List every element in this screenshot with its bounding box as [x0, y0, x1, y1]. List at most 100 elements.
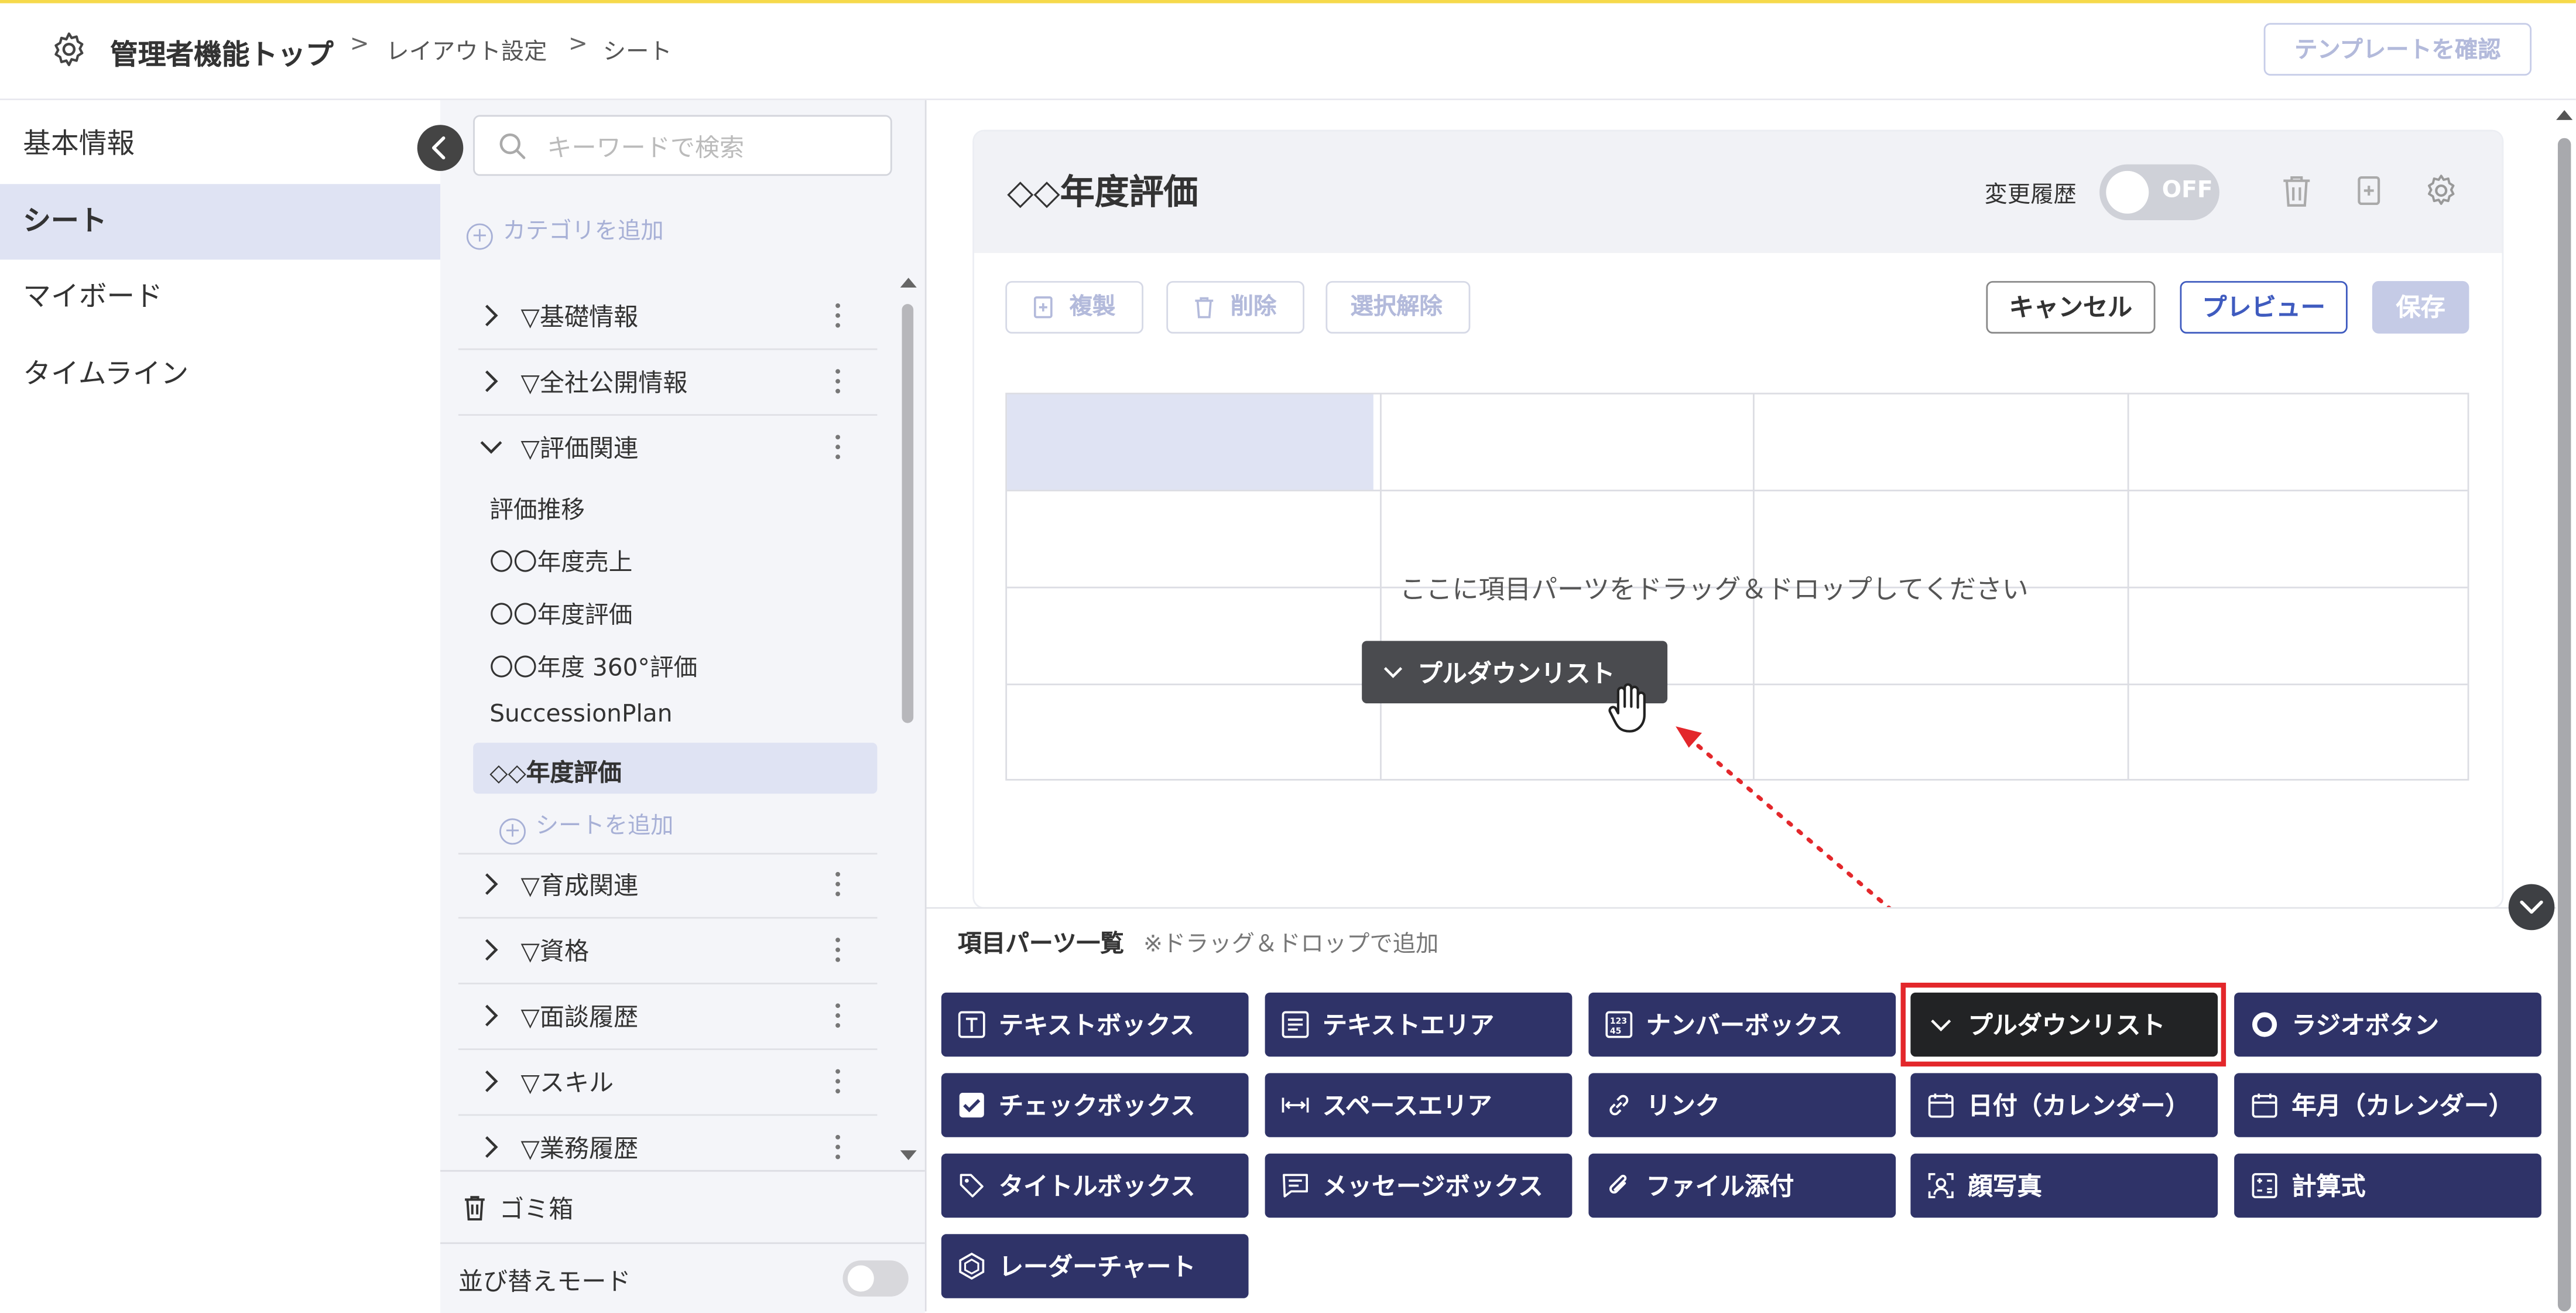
chevron-right-icon[interactable] — [478, 936, 505, 963]
category-row[interactable]: ▽全社公開情報 — [458, 348, 878, 416]
kebab-menu-icon[interactable] — [834, 368, 841, 395]
tag-icon — [960, 1174, 984, 1198]
scroll-up-icon[interactable] — [899, 275, 919, 291]
kebab-menu-icon[interactable] — [834, 936, 841, 963]
part-textarea[interactable]: テキストエリア — [1265, 992, 1573, 1057]
category-scrollbar[interactable] — [902, 304, 914, 723]
category-row[interactable]: ▽スキル — [458, 1048, 878, 1116]
keyword-search-input[interactable]: キーワードで検索 — [473, 115, 892, 176]
part-link[interactable]: リンク — [1588, 1073, 1896, 1137]
part-space-area[interactable]: スペースエリア — [1265, 1073, 1573, 1137]
delete-label: 削除 — [1230, 294, 1277, 321]
category-row[interactable]: ▽資格 — [458, 917, 878, 984]
part-portrait-photo[interactable]: 顔写真 — [1910, 1153, 2218, 1218]
part-textbox[interactable]: テキストボックス — [941, 992, 1249, 1057]
kebab-menu-icon[interactable] — [834, 302, 841, 329]
part-month-calendar[interactable]: 年月（カレンダー） — [2234, 1073, 2541, 1137]
scroll-up-icon[interactable] — [2554, 107, 2574, 123]
chevron-right-icon[interactable] — [478, 1068, 505, 1095]
change-history-label: 変更履歴 — [1984, 182, 2077, 209]
chevron-right-icon[interactable] — [478, 1003, 505, 1029]
chevron-right-icon[interactable] — [478, 871, 505, 897]
part-label: ラジオボタン — [2291, 1010, 2440, 1041]
kebab-menu-icon[interactable] — [834, 1068, 841, 1095]
breadcrumb-sheet: シート — [602, 39, 672, 66]
kebab-menu-icon[interactable] — [834, 871, 841, 897]
sheet-item[interactable]: 評価推移 — [489, 491, 585, 526]
part-file-attachment[interactable]: ファイル添付 — [1588, 1153, 1896, 1218]
add-category-button[interactable]: + カテゴリを追加 — [466, 214, 664, 250]
sheet-item[interactable]: 〇〇年度 360°評価 — [489, 649, 697, 683]
nav-item-timeline[interactable]: タイムライン — [0, 337, 440, 412]
nav-item-sheet[interactable]: シート — [0, 184, 441, 260]
category-row-expanded[interactable]: ▽評価関連 — [458, 414, 878, 480]
part-radar-chart[interactable]: レーダーチャート — [941, 1234, 1249, 1298]
category-row[interactable]: ▽基礎情報 — [458, 283, 878, 350]
category-row[interactable]: ▽業務履歴 — [458, 1114, 878, 1167]
gear-icon[interactable] — [49, 30, 88, 69]
trash-label: ゴミ箱 — [499, 1194, 574, 1225]
trash-icon[interactable] — [2277, 171, 2316, 210]
category-label: ▽全社公開情報 — [520, 368, 688, 398]
part-radio-button[interactable]: ラジオボタン — [2234, 992, 2541, 1057]
part-label: テキストエリア — [1322, 1010, 1495, 1041]
chevron-down-icon[interactable] — [478, 434, 505, 460]
part-label: リンク — [1646, 1091, 1720, 1121]
part-message-box[interactable]: メッセージボックス — [1265, 1153, 1573, 1218]
chevron-down-icon — [2520, 900, 2543, 914]
paperclip-icon — [1609, 1175, 1627, 1194]
sheet-item[interactable]: 〇〇年度評価 — [489, 597, 632, 631]
duplicate-icon — [1033, 296, 1053, 319]
part-numberbox[interactable]: 123 45 ナンバーボックス — [1588, 992, 1896, 1057]
toggle-parts-panel-button[interactable] — [2508, 884, 2555, 931]
deselect-label: 選択解除 — [1350, 294, 1443, 321]
breadcrumb-separator: > — [568, 31, 588, 58]
category-label: ▽資格 — [520, 936, 590, 966]
part-formula[interactable]: 計算式 — [2234, 1153, 2541, 1218]
message-icon — [1283, 1174, 1308, 1198]
part-title-box[interactable]: タイトルボックス — [941, 1153, 1249, 1218]
scroll-down-icon[interactable] — [899, 1147, 919, 1164]
part-checkbox[interactable]: チェックボックス — [941, 1073, 1249, 1137]
duplicate-button[interactable]: 複製 — [1005, 281, 1143, 334]
sort-mode-toggle[interactable] — [842, 1260, 909, 1297]
change-history-toggle[interactable]: OFF — [2099, 164, 2219, 221]
category-label: ▽スキル — [520, 1068, 614, 1098]
chevron-down-icon — [1383, 667, 1403, 678]
kebab-menu-icon[interactable] — [834, 434, 841, 460]
trash-row[interactable]: ゴミ箱 — [440, 1170, 925, 1244]
space-icon — [1282, 1097, 1309, 1113]
part-date-calendar[interactable]: 日付（カレンダー） — [1910, 1073, 2218, 1137]
main-scrollbar[interactable] — [2557, 138, 2571, 1312]
grid-line — [1007, 683, 2468, 686]
deselect-button[interactable]: 選択解除 — [1325, 281, 1471, 334]
kebab-menu-icon[interactable] — [834, 1003, 841, 1029]
check-template-button[interactable]: テンプレートを確認 — [2263, 23, 2532, 76]
admin-top-link[interactable]: 管理者機能トップ — [110, 31, 334, 72]
save-button[interactable]: 保存 — [2372, 281, 2469, 334]
nav-item-basic-info[interactable]: 基本情報 — [0, 107, 440, 182]
copy-icon[interactable] — [2349, 171, 2389, 210]
category-row[interactable]: ▽面談履歴 — [458, 983, 878, 1051]
preview-button[interactable]: プレビュー — [2180, 281, 2348, 334]
sheet-item[interactable]: 〇〇年度売上 — [489, 544, 632, 579]
add-sheet-button[interactable]: + シートを追加 — [499, 809, 673, 845]
kebab-menu-icon[interactable] — [834, 1134, 841, 1160]
number-icon: 12345 — [1605, 1011, 1633, 1038]
breadcrumb-layout-settings[interactable]: レイアウト設定 — [386, 35, 547, 67]
chevron-right-icon[interactable] — [478, 1134, 505, 1160]
settings-icon[interactable] — [2421, 171, 2461, 210]
category-label: ▽業務履歴 — [520, 1134, 639, 1164]
category-row[interactable]: ▽育成関連 — [458, 852, 878, 919]
cancel-button[interactable]: キャンセル — [1986, 281, 2156, 334]
nav-item-myboard[interactable]: マイボード — [0, 259, 440, 335]
category-label: ▽基礎情報 — [520, 302, 639, 332]
part-label: スペースエリア — [1322, 1091, 1492, 1121]
chevron-right-icon[interactable] — [478, 368, 505, 395]
chevron-right-icon[interactable] — [478, 302, 505, 329]
sheet-item[interactable]: SuccessionPlan — [489, 702, 672, 728]
collapse-panel-button[interactable] — [417, 125, 464, 171]
part-label: メッセージボックス — [1322, 1171, 1543, 1202]
delete-button[interactable]: 削除 — [1166, 281, 1304, 334]
grid-cell-selected[interactable] — [1007, 394, 1373, 490]
